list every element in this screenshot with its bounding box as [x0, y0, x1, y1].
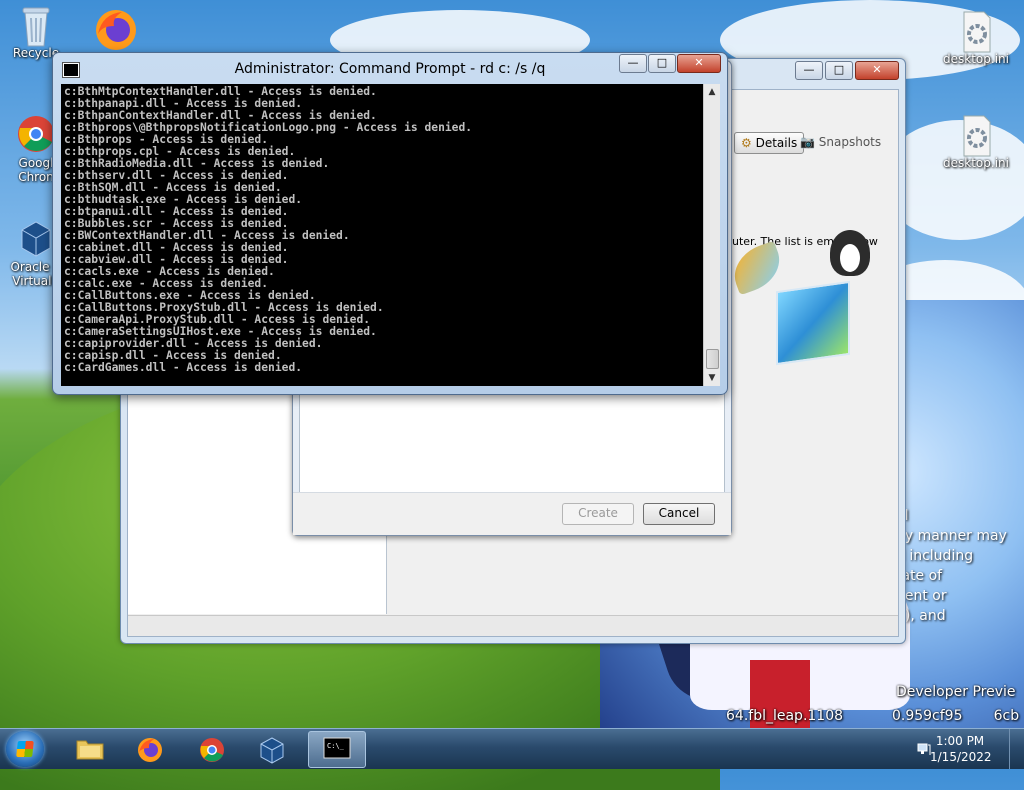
scroll-up-arrow[interactable]: ▲: [704, 84, 720, 100]
system-clock[interactable]: 1:00 PM 1/15/2022: [930, 733, 992, 765]
watermark-build-line2: 64.fbl_leap.1108 0.959cf95 6cb: [726, 708, 1020, 724]
legal-line: ny manner may: [896, 528, 1007, 544]
recycle-bin-icon: [16, 4, 56, 47]
create-button[interactable]: Create: [562, 503, 634, 525]
details-label: Details: [755, 136, 798, 150]
desktop-icon-label: desktop.ini: [943, 52, 1009, 66]
maximize-button[interactable]: □: [648, 54, 676, 73]
maximize-button[interactable]: □: [825, 61, 853, 80]
chrome-icon: [198, 736, 224, 762]
legal-text: al ny manner may d including tate of nen…: [896, 506, 1007, 626]
vertical-scrollbar[interactable]: ▲ ▼: [703, 84, 720, 386]
butterfly-icon: [726, 240, 788, 296]
settings-file-icon: [956, 114, 996, 157]
console-line: c:CardGames.dll - Access is denied.: [64, 361, 303, 374]
taskbar-app-chrome[interactable]: [184, 731, 240, 766]
status-bar: [128, 615, 898, 636]
desktop-icon-desktop-ini-1[interactable]: desktop.ini: [936, 10, 1016, 66]
window-controls: — □ ✕: [795, 61, 899, 80]
window-controls: — □ ✕: [619, 54, 721, 73]
virtualbox-cube-art: [776, 280, 850, 366]
scroll-down-arrow[interactable]: ▼: [704, 370, 720, 386]
clock-time: 1:00 PM: [935, 734, 985, 748]
firefox-icon[interactable]: [92, 6, 140, 54]
svg-text:C:\_: C:\_: [327, 742, 345, 750]
taskbar-app-explorer[interactable]: [62, 731, 118, 766]
start-button[interactable]: [6, 731, 44, 767]
close-button[interactable]: ✕: [677, 54, 721, 73]
desktop-icon-desktop-ini-2[interactable]: desktop.ini: [936, 114, 1016, 170]
close-button[interactable]: ✕: [855, 61, 899, 80]
minimize-button[interactable]: —: [619, 54, 647, 73]
snapshots-label: Snapshots: [818, 135, 882, 149]
cmd-icon: C:\_: [323, 737, 351, 761]
taskbar-app-firefox[interactable]: [122, 731, 178, 766]
firefox-icon: [136, 736, 162, 762]
cancel-button[interactable]: Cancel: [643, 503, 715, 525]
taskbar: C:\_ 1:00 PM 1/15/2022: [0, 728, 1024, 769]
windows-logo-icon: [16, 741, 34, 757]
taskbar-app-virtualbox[interactable]: [244, 731, 300, 766]
watermark-build-line1: Developer Previe: [896, 684, 1016, 700]
show-desktop-button[interactable]: [1009, 729, 1024, 769]
camera-icon: 📷: [800, 135, 815, 149]
command-prompt-window[interactable]: Administrator: Command Prompt - rd c: /s…: [52, 52, 728, 395]
scroll-thumb[interactable]: [706, 349, 719, 369]
folder-icon: [76, 736, 104, 760]
chrome-icon: [16, 114, 56, 154]
legal-line: d including: [896, 548, 974, 564]
settings-file-icon: [956, 10, 996, 53]
snapshots-button[interactable]: 📷 Snapshots: [794, 132, 887, 152]
virtualbox-icon: [16, 218, 56, 258]
virtualbox-icon: [258, 736, 284, 764]
dialog-footer: Create Cancel: [293, 492, 731, 535]
penguin-icon: [830, 230, 870, 276]
console-output[interactable]: c:BthMtpContextHandler.dll - Access is d…: [61, 84, 703, 386]
desktop-icon-label: desktop.ini: [943, 156, 1009, 170]
console-text: c:BthMtpContextHandler.dll - Access is d…: [61, 84, 703, 376]
taskbar-app-command-prompt[interactable]: C:\_: [308, 731, 366, 768]
clock-date: 1/15/2022: [930, 750, 992, 764]
gear-icon: ⚙: [741, 136, 752, 150]
minimize-button[interactable]: —: [795, 61, 823, 80]
